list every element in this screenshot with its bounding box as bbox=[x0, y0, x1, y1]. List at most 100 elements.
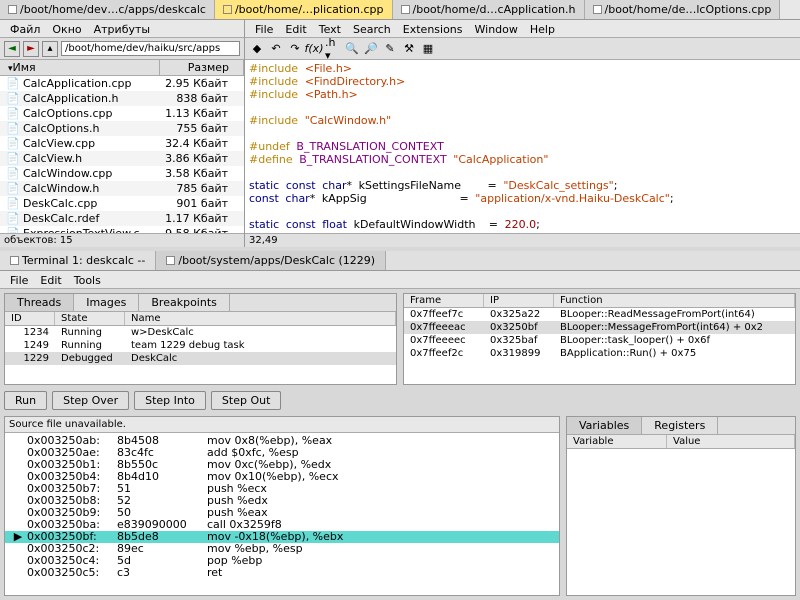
col-function[interactable]: Function bbox=[554, 294, 795, 307]
file-icon: 📄 bbox=[6, 122, 20, 135]
file-row[interactable]: 📄CalcView.cpp32.4 Кбайт bbox=[0, 136, 244, 151]
file-row[interactable]: 📄CalcOptions.cpp1.13 Кбайт bbox=[0, 106, 244, 121]
file-row[interactable]: 📄CalcWindow.cpp3.58 Кбайт bbox=[0, 166, 244, 181]
tab-registers[interactable]: Registers bbox=[642, 417, 718, 434]
up-button[interactable]: ▴ bbox=[42, 41, 58, 57]
pencil-icon[interactable]: ✎ bbox=[382, 41, 398, 57]
tab-variables[interactable]: Variables bbox=[567, 417, 642, 434]
menu-attributes[interactable]: Атрибуты bbox=[88, 22, 156, 35]
file-icon: 📄 bbox=[6, 182, 20, 195]
file-icon: 📄 bbox=[6, 107, 20, 120]
window-tab-bar: /boot/home/dev…c/apps/deskcalc /boot/hom… bbox=[0, 0, 800, 20]
menu-file[interactable]: File bbox=[249, 22, 279, 35]
frame-row[interactable]: 0x7ffeeeac0x3250bfBLooper::MessageFromPo… bbox=[404, 321, 795, 334]
build-icon[interactable]: ⚒ bbox=[401, 41, 417, 57]
code-area[interactable]: #include <File.h> #include <FindDirector… bbox=[245, 60, 800, 233]
file-icon: 📄 bbox=[6, 197, 20, 210]
menu-edit[interactable]: Edit bbox=[34, 273, 67, 286]
disassembly-list[interactable]: 0x003250ab:8b4508mov 0x8(%ebp), %eax0x00… bbox=[5, 433, 559, 595]
top-pane: Файл Окно Атрибуты ◄ ► ▴ ▾Имя Размер 📄Ca… bbox=[0, 20, 800, 247]
back-button[interactable]: ◄ bbox=[4, 41, 20, 57]
debug-controls: Run Step Over Step Into Step Out bbox=[4, 389, 796, 412]
file-row[interactable]: 📄CalcWindow.h785 байт bbox=[0, 181, 244, 196]
frame-row[interactable]: 0x7ffeef2c0x319899BApplication::Run() + … bbox=[404, 347, 795, 360]
frame-row[interactable]: 0x7ffeef7c0x325a22BLooper::ReadMessageFr… bbox=[404, 308, 795, 321]
file-icon: 📄 bbox=[6, 152, 20, 165]
file-icon: 📄 bbox=[6, 77, 20, 90]
tab-debugger[interactable]: /boot/system/apps/DeskCalc (1229) bbox=[156, 251, 386, 270]
editor-status: 32,49 bbox=[245, 233, 800, 247]
step-out-button[interactable]: Step Out bbox=[211, 391, 282, 410]
forward-button[interactable]: ► bbox=[23, 41, 39, 57]
fn-icon[interactable]: f(x) bbox=[306, 41, 322, 57]
disasm-row[interactable]: 0x003250c5:c3ret bbox=[5, 567, 559, 579]
file-list[interactable]: 📄CalcApplication.cpp2.95 Кбайт📄CalcAppli… bbox=[0, 76, 244, 233]
thread-row[interactable]: 1234Runningw>DeskCalc bbox=[5, 326, 396, 339]
editor-panel: File Edit Text Search Extensions Window … bbox=[245, 20, 800, 247]
step-over-button[interactable]: Step Over bbox=[52, 391, 129, 410]
col-value[interactable]: Value bbox=[667, 435, 795, 448]
header-icon[interactable]: .h ▾ bbox=[325, 41, 341, 57]
find-icon[interactable]: 🔍 bbox=[344, 41, 360, 57]
tab-threads[interactable]: Threads bbox=[5, 294, 74, 311]
col-id[interactable]: ID bbox=[5, 312, 55, 325]
disassembly-panel: Source file unavailable. 0x003250ab:8b45… bbox=[4, 416, 560, 596]
run-icon[interactable]: ▦ bbox=[420, 41, 436, 57]
menu-window[interactable]: Окно bbox=[46, 22, 87, 35]
editor-toolbar: ◆ ↶ ↷ f(x) .h ▾ 🔍 🔎 ✎ ⚒ ▦ bbox=[245, 38, 800, 60]
tab-images[interactable]: Images bbox=[74, 294, 139, 311]
file-status: объектов: 15 bbox=[0, 233, 244, 247]
tab-breakpoints[interactable]: Breakpoints bbox=[139, 294, 230, 311]
file-icon: 📄 bbox=[6, 92, 20, 105]
file-row[interactable]: 📄DeskCalc.cpp901 байт bbox=[0, 196, 244, 211]
debugger-menu-bar: File Edit Tools bbox=[0, 271, 800, 289]
window-tab[interactable]: /boot/home/d…cApplication.h bbox=[393, 0, 585, 19]
file-row[interactable]: 📄CalcView.h3.86 Кбайт bbox=[0, 151, 244, 166]
file-icon: 📄 bbox=[6, 212, 20, 225]
menu-file[interactable]: File bbox=[4, 273, 34, 286]
variables-panel: Variables Registers Variable Value bbox=[566, 416, 796, 596]
col-size[interactable]: Размер bbox=[160, 60, 244, 75]
file-icon: 📄 bbox=[6, 137, 20, 150]
undo-icon[interactable]: ↶ bbox=[268, 41, 284, 57]
threads-panel: Threads Images Breakpoints ID State Name… bbox=[4, 293, 397, 385]
menu-extensions[interactable]: Extensions bbox=[397, 22, 469, 35]
file-icon: 📄 bbox=[6, 167, 20, 180]
col-variable[interactable]: Variable bbox=[567, 435, 667, 448]
menu-help[interactable]: Help bbox=[524, 22, 561, 35]
step-into-button[interactable]: Step Into bbox=[134, 391, 206, 410]
find-next-icon[interactable]: 🔎 bbox=[363, 41, 379, 57]
tab-terminal[interactable]: Terminal 1: deskcalc -- bbox=[0, 251, 156, 270]
file-row[interactable]: 📄CalcOptions.h755 байт bbox=[0, 121, 244, 136]
file-menu-bar: Файл Окно Атрибуты bbox=[0, 20, 244, 38]
file-col-headers: ▾Имя Размер bbox=[0, 60, 244, 76]
col-name[interactable]: ▾Имя bbox=[0, 60, 160, 75]
col-frame[interactable]: Frame bbox=[404, 294, 484, 307]
window-tab[interactable]: /boot/home/dev…c/apps/deskcalc bbox=[0, 0, 215, 19]
redo-icon[interactable]: ↷ bbox=[287, 41, 303, 57]
menu-window[interactable]: Window bbox=[469, 22, 524, 35]
debugger-tabs: Terminal 1: deskcalc -- /boot/system/app… bbox=[0, 251, 800, 271]
window-tab[interactable]: /boot/home/de…lcOptions.cpp bbox=[585, 0, 781, 19]
file-row[interactable]: 📄ExpressionTextView.c…9.58 Кбайт bbox=[0, 226, 244, 233]
variables-body[interactable] bbox=[567, 449, 795, 595]
file-row[interactable]: 📄DeskCalc.rdef1.17 Кбайт bbox=[0, 211, 244, 226]
file-row[interactable]: 📄CalcApplication.cpp2.95 Кбайт bbox=[0, 76, 244, 91]
col-ip[interactable]: IP bbox=[484, 294, 554, 307]
col-name[interactable]: Name bbox=[125, 312, 396, 325]
thread-row[interactable]: 1249Runningteam 1229 debug task bbox=[5, 339, 396, 352]
window-tab[interactable]: /boot/home/…plication.cpp bbox=[215, 0, 393, 19]
path-input[interactable] bbox=[61, 41, 240, 56]
thread-row[interactable]: 1229DebuggedDeskCalc bbox=[5, 352, 396, 365]
menu-search[interactable]: Search bbox=[347, 22, 397, 35]
frame-row[interactable]: 0x7ffeeeec0x325bafBLooper::task_looper()… bbox=[404, 334, 795, 347]
source-unavailable: Source file unavailable. bbox=[5, 417, 559, 433]
menu-text[interactable]: Text bbox=[313, 22, 347, 35]
run-button[interactable]: Run bbox=[4, 391, 47, 410]
menu-tools[interactable]: Tools bbox=[68, 273, 107, 286]
save-icon[interactable]: ◆ bbox=[249, 41, 265, 57]
col-state[interactable]: State bbox=[55, 312, 125, 325]
menu-file[interactable]: Файл bbox=[4, 22, 46, 35]
menu-edit[interactable]: Edit bbox=[279, 22, 312, 35]
file-row[interactable]: 📄CalcApplication.h838 байт bbox=[0, 91, 244, 106]
